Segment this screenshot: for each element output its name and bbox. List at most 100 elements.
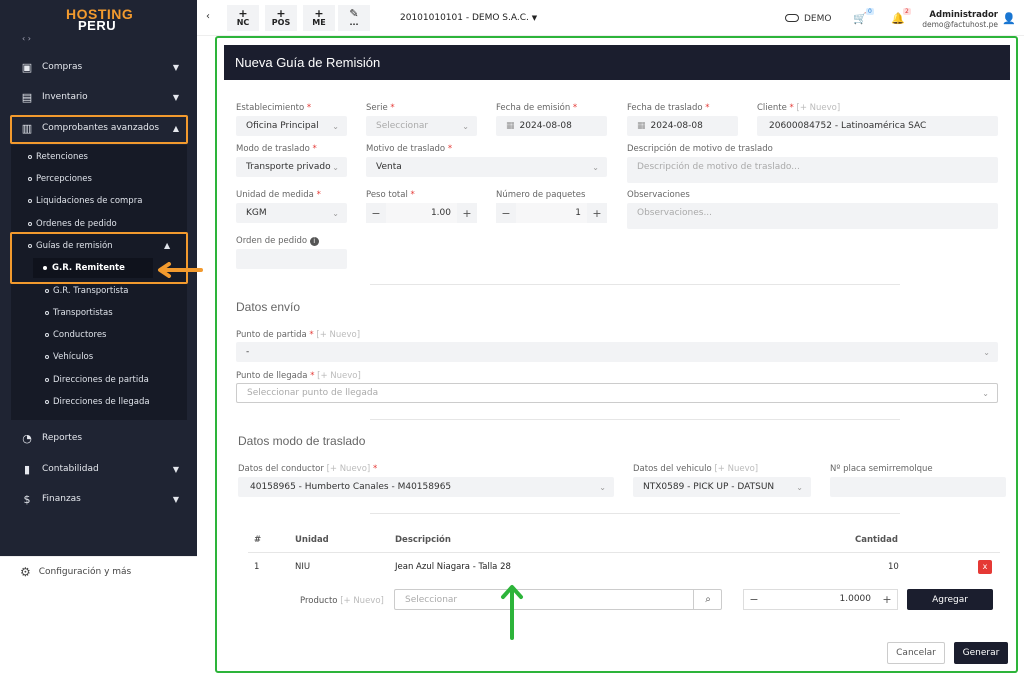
more-button[interactable]: ✎... bbox=[338, 5, 370, 31]
plus-icon[interactable]: + bbox=[457, 207, 477, 220]
sidebar-item-contabilidad[interactable]: ▮ Contabilidad ▼ bbox=[20, 458, 185, 480]
conductor-select[interactable]: 40158965 - Humberto Canales - M40158965 ⌄ bbox=[238, 477, 614, 497]
submenu-dir-llegada[interactable]: Direcciones de llegada bbox=[45, 397, 150, 407]
demo-label: DEMO bbox=[804, 14, 832, 24]
paquetes-stepper[interactable]: −1 + bbox=[496, 203, 607, 223]
plus-icon[interactable]: + bbox=[587, 207, 607, 220]
chevron-down-icon: ⌄ bbox=[332, 162, 339, 172]
establecimiento-select[interactable]: Oficina Principal ⌄ bbox=[236, 116, 347, 136]
obs-label: Observaciones bbox=[627, 190, 690, 200]
section-datos-modo: Datos modo de traslado bbox=[238, 434, 366, 448]
sidebar-item-comprobantes[interactable]: ▥ Comprobantes avanzados ▲ bbox=[20, 117, 185, 139]
fecha-emision-label: Fecha de emisión * bbox=[496, 103, 578, 113]
page-title: Nueva Guía de Remisión bbox=[224, 45, 1010, 80]
chevron-down-icon: ⌄ bbox=[462, 121, 469, 131]
serie-select[interactable]: Seleccionar ⌄ bbox=[366, 116, 477, 136]
motivo-select[interactable]: Venta ⌄ bbox=[366, 157, 607, 177]
submenu-transportistas[interactable]: Transportistas bbox=[45, 308, 113, 318]
submenu-liquidaciones[interactable]: Liquidaciones de compra bbox=[28, 196, 142, 206]
unidad-select[interactable]: KGM ⌄ bbox=[236, 203, 347, 223]
section-datos-envio: Datos envío bbox=[236, 300, 301, 314]
chevron-down-icon: ⌄ bbox=[332, 208, 339, 218]
generate-button[interactable]: Generar bbox=[954, 642, 1008, 664]
me-button[interactable]: + ME bbox=[303, 5, 335, 31]
llegada-select[interactable]: Seleccionar punto de llegada ⌄ bbox=[236, 383, 998, 403]
divider bbox=[370, 284, 900, 285]
row-unidad: NIU bbox=[295, 562, 311, 572]
collapse-icon[interactable]: ‹ › bbox=[22, 34, 31, 43]
producto-select[interactable]: Seleccionar bbox=[394, 589, 722, 610]
table-header-unidad: Unidad bbox=[295, 535, 329, 545]
chevron-up-icon: ▲ bbox=[172, 123, 179, 133]
delete-row-button[interactable]: x bbox=[978, 560, 992, 574]
user-icon[interactable]: 👤 bbox=[1002, 12, 1016, 25]
cancel-button[interactable]: Cancelar bbox=[887, 642, 945, 664]
vehiculo-select[interactable]: NTX0589 - PICK UP - DATSUN ⌄ bbox=[633, 477, 811, 497]
modo-select[interactable]: Transporte privado ⌄ bbox=[236, 157, 347, 177]
arrow-up-icon bbox=[501, 585, 523, 640]
sidebar-item-compras[interactable]: ▣ Compras ▼ bbox=[20, 56, 185, 78]
submenu-gr-remitente[interactable]: G.R. Remitente bbox=[33, 258, 153, 278]
chevron-down-icon: ⌄ bbox=[599, 482, 606, 492]
nc-button[interactable]: + NC bbox=[227, 5, 259, 31]
minus-icon[interactable]: − bbox=[496, 207, 516, 220]
chevron-down-icon: ⌄ bbox=[332, 121, 339, 131]
fecha-traslado-label: Fecha de traslado * bbox=[627, 103, 710, 113]
peso-label: Peso total * bbox=[366, 190, 415, 200]
chevron-left-icon[interactable]: ‹ bbox=[206, 11, 210, 22]
plus-icon[interactable]: + bbox=[877, 593, 897, 606]
submenu-vehiculos[interactable]: Vehículos bbox=[45, 352, 93, 362]
pencil-icon: ✎ bbox=[349, 7, 359, 20]
arrow-left-icon bbox=[158, 262, 203, 278]
pie-chart-icon: ◔ bbox=[22, 431, 32, 445]
submenu-guias[interactable]: Guías de remisión bbox=[28, 241, 113, 251]
chevron-down-icon: ▼ bbox=[172, 62, 179, 72]
fecha-emision-input[interactable]: ▦ 2024-08-08 bbox=[496, 116, 607, 136]
toggle-icon[interactable] bbox=[785, 14, 799, 22]
pos-button[interactable]: + POS bbox=[265, 5, 297, 31]
divider bbox=[370, 419, 900, 420]
orden-input[interactable] bbox=[236, 249, 347, 269]
info-icon[interactable]: i bbox=[309, 237, 319, 246]
bell-badge: 2 bbox=[903, 8, 911, 15]
cart-icon[interactable]: 🛒 bbox=[853, 12, 867, 25]
chevron-down-icon: ⌄ bbox=[796, 482, 803, 492]
dollar-icon: $ bbox=[23, 492, 31, 506]
cliente-label: Cliente * [+ Nuevo] bbox=[757, 103, 841, 113]
box-icon: ▤ bbox=[21, 90, 33, 104]
sidebar-item-finanzas[interactable]: $ Finanzas ▼ bbox=[20, 488, 185, 510]
logo[interactable]: HOSTING PERU bbox=[66, 7, 133, 32]
user-menu[interactable]: Administrador demo@factuhost.pe bbox=[922, 10, 998, 30]
obs-textarea[interactable]: Observaciones... bbox=[627, 203, 998, 229]
minus-icon[interactable]: − bbox=[744, 593, 764, 606]
chevron-down-icon: ⌄ bbox=[983, 347, 990, 357]
gear-icon: ⚙ bbox=[20, 565, 31, 579]
unidad-label: Unidad de medida * bbox=[236, 190, 321, 200]
desc-motivo-textarea[interactable]: Descripción de motivo de traslado... bbox=[627, 157, 998, 183]
submenu-retenciones[interactable]: Retenciones bbox=[28, 152, 88, 162]
cliente-select[interactable]: 20600084752 - Latinoamérica SAC bbox=[757, 116, 998, 136]
submenu-gr-transportista[interactable]: G.R. Transportista bbox=[45, 286, 129, 296]
peso-stepper[interactable]: −1.00 + bbox=[366, 203, 477, 223]
sidebar-item-reportes[interactable]: ◔ Reportes bbox=[20, 427, 185, 449]
chevron-down-icon: ▼ bbox=[172, 464, 179, 474]
submenu-ordenes[interactable]: Ordenes de pedido bbox=[28, 219, 117, 229]
minus-icon[interactable]: − bbox=[366, 207, 386, 220]
orden-label: Orden de pedido i bbox=[236, 236, 319, 246]
config-link[interactable]: ⚙ Configuración y más bbox=[20, 565, 131, 579]
table-divider bbox=[248, 552, 1000, 553]
search-icon[interactable]: ⌕ bbox=[693, 589, 722, 610]
sidebar-item-inventario[interactable]: ▤ Inventario ▼ bbox=[20, 86, 185, 108]
agregar-button[interactable]: Agregar bbox=[907, 589, 993, 610]
cantidad-stepper[interactable]: −1.0000 + bbox=[743, 589, 898, 610]
submenu-conductores[interactable]: Conductores bbox=[45, 330, 106, 340]
table-header-descripcion: Descripción bbox=[395, 535, 451, 545]
calendar-icon: ▦ bbox=[506, 121, 515, 131]
partida-select[interactable]: - ⌄ bbox=[236, 342, 998, 362]
company-selector[interactable]: 20101010101 - DEMO S.A.C. ▼ bbox=[400, 13, 537, 23]
submenu-dir-partida[interactable]: Direcciones de partida bbox=[45, 375, 149, 385]
placa-input[interactable] bbox=[830, 477, 1006, 497]
bar-chart-icon: ▮ bbox=[23, 462, 31, 476]
submenu-percepciones[interactable]: Percepciones bbox=[28, 174, 92, 184]
fecha-traslado-input[interactable]: ▦ 2024-08-08 bbox=[627, 116, 738, 136]
